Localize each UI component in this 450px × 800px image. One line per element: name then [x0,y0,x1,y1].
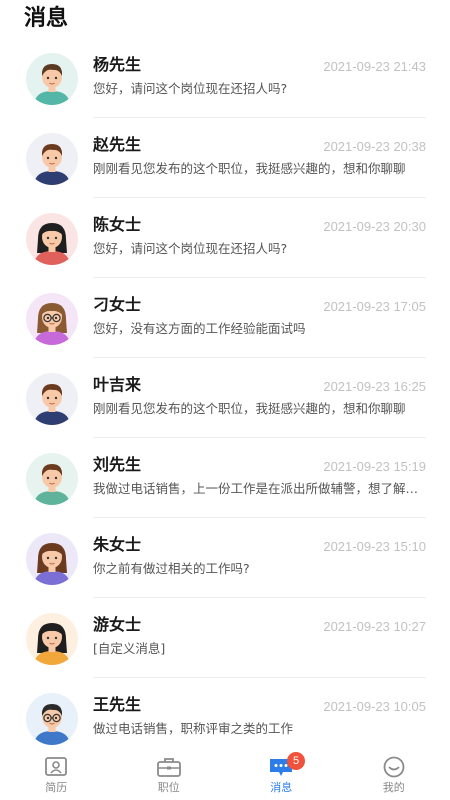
message-item[interactable]: 刁女士 2021-09-23 17:05 您好，没有这方面的工作经验能面试吗 [0,278,450,358]
contact-name: 刁女士 [93,295,142,314]
avatar [26,213,78,265]
contact-name: 刘先生 [93,455,142,474]
message-time: 2021-09-23 10:27 [323,619,426,634]
contact-name: 杨先生 [93,55,142,74]
contact-name: 叶吉来 [93,375,142,394]
message-preview: 我做过电话销售，上一份工作是在派出所做辅警，想了解一下 [93,481,426,496]
message-preview: 您好，没有这方面的工作经验能面试吗 [93,321,306,336]
message-preview: 您好，请问这个岗位现在还招人吗? [93,241,288,256]
contact-name: 赵先生 [93,135,142,154]
tab-label: 我的 [382,781,405,794]
message-item[interactable]: 赵先生 2021-09-23 20:38 刚刚看见您发布的这个职位，我挺感兴趣的，想… [0,118,450,198]
page-title: 消息 [24,6,69,31]
contact-name: 游女士 [93,615,142,634]
message-list: 杨先生 2021-09-23 21:43 您好，请问这个岗位现在还招人吗? 赵先生 2… [0,38,450,750]
message-item[interactable]: 陈女士 2021-09-23 20:30 您好，请问这个岗位现在还招人吗? [0,198,450,278]
briefcase-icon [156,756,182,778]
avatar [26,693,78,745]
message-preview: [自定义消息] [93,641,166,656]
message-item[interactable]: 王先生 2021-09-23 10:05 做过电话销售，职称评审之类的工作 [0,678,450,750]
message-preview: 做过电话销售，职称评审之类的工作 [93,721,294,736]
message-item[interactable]: 叶吉来 2021-09-23 16:25 刚刚看见您发布的这个职位，我挺感兴趣的，想… [0,358,450,438]
avatar [26,373,78,425]
message-preview: 刚刚看见您发布的这个职位，我挺感兴趣的，想和你聊聊 [93,161,406,176]
contact-name: 朱女士 [93,535,142,554]
message-time: 2021-09-23 20:30 [323,219,426,234]
message-preview: 刚刚看见您发布的这个职位，我挺感兴趣的，想和你聊聊 [93,401,406,416]
unread-badge: 5 [287,752,305,770]
avatar [26,533,78,585]
avatar [26,293,78,345]
tab-label: 消息 [270,781,293,794]
profile-icon [381,756,407,778]
resume-icon [43,756,69,778]
message-time: 2021-09-23 21:43 [323,59,426,74]
message-item[interactable]: 刘先生 2021-09-23 15:19 我做过电话销售，上一份工作是在派出所做辅警… [0,438,450,518]
tab-resume[interactable]: 简历 [0,750,113,800]
message-time: 2021-09-23 20:38 [323,139,426,154]
message-item[interactable]: 朱女士 2021-09-23 15:10 你之前有做过相关的工作吗? [0,518,450,598]
tab-label: 职位 [157,781,180,794]
bottom-tab-bar: 简历 职位 消息 5 我的 [0,750,450,800]
message-item[interactable]: 杨先生 2021-09-23 21:43 您好，请问这个岗位现在还招人吗? [0,38,450,118]
message-time: 2021-09-23 10:05 [323,699,426,714]
message-time: 2021-09-23 15:10 [323,539,426,554]
tab-label: 简历 [45,781,68,794]
avatar [26,53,78,105]
avatar [26,133,78,185]
contact-name: 王先生 [93,695,142,714]
message-time: 2021-09-23 15:19 [323,459,426,474]
contact-name: 陈女士 [93,215,142,234]
message-time: 2021-09-23 16:25 [323,379,426,394]
message-item[interactable]: 游女士 2021-09-23 10:27 [自定义消息] [0,598,450,678]
header: 消息 [0,0,450,40]
tab-message[interactable]: 消息 5 [225,750,338,800]
avatar [26,453,78,505]
tab-profile[interactable]: 我的 [338,750,450,800]
message-preview: 您好，请问这个岗位现在还招人吗? [93,81,288,96]
tab-briefcase[interactable]: 职位 [113,750,226,800]
avatar [26,613,78,665]
message-time: 2021-09-23 17:05 [323,299,426,314]
message-preview: 你之前有做过相关的工作吗? [93,561,250,576]
